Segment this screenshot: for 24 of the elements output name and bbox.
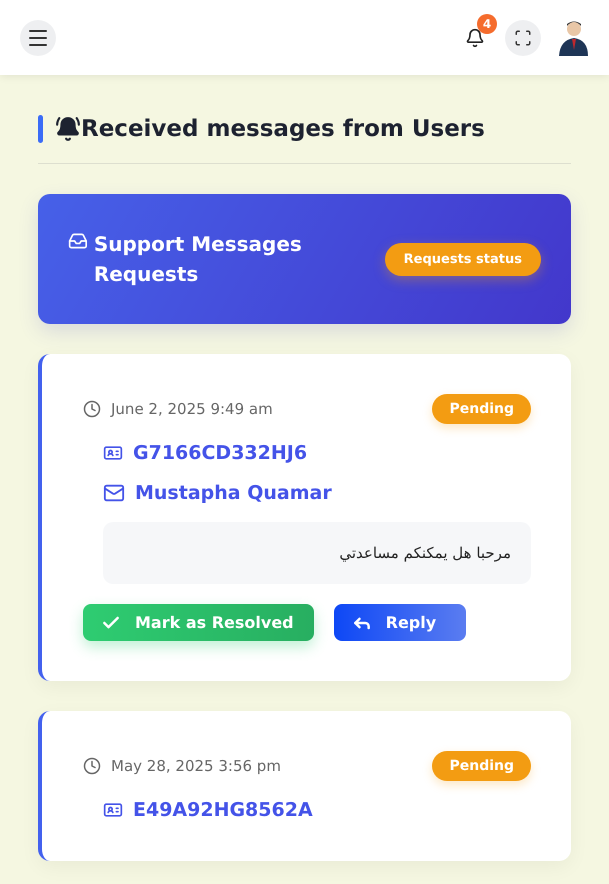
- notification-badge: 4: [477, 14, 497, 34]
- message-date: May 28, 2025 3:56 pm: [111, 757, 281, 775]
- bell-icon: [55, 116, 81, 142]
- user-avatar[interactable]: [557, 20, 589, 56]
- resolve-button[interactable]: Mark as Resolved: [83, 604, 314, 641]
- clock-icon: [83, 400, 101, 418]
- clock-icon: [83, 757, 101, 775]
- envelope-icon: [103, 482, 125, 504]
- bell-icon: [465, 28, 485, 48]
- reply-button[interactable]: Reply: [334, 604, 466, 641]
- page-title: Received messages from Users: [81, 116, 485, 142]
- message-text: مرحبا هل يمكنكم مساعدتي: [103, 522, 531, 584]
- message-date: June 2, 2025 9:49 am: [111, 400, 273, 418]
- status-badge: Pending: [432, 394, 531, 424]
- fullscreen-button[interactable]: [505, 20, 541, 56]
- banner-title: Support Messages Requests: [94, 231, 303, 288]
- user-id: G7166CD332HJ6: [133, 442, 308, 464]
- status-badge: Pending: [432, 751, 531, 781]
- title-accent-bar: [38, 115, 43, 143]
- fullscreen-icon: [514, 28, 532, 46]
- user-name: Mustapha Quamar: [135, 482, 332, 504]
- requests-status-button[interactable]: Requests status: [384, 242, 541, 276]
- menu-button[interactable]: [20, 20, 56, 56]
- user-id: E49A92HG8562A: [133, 799, 313, 821]
